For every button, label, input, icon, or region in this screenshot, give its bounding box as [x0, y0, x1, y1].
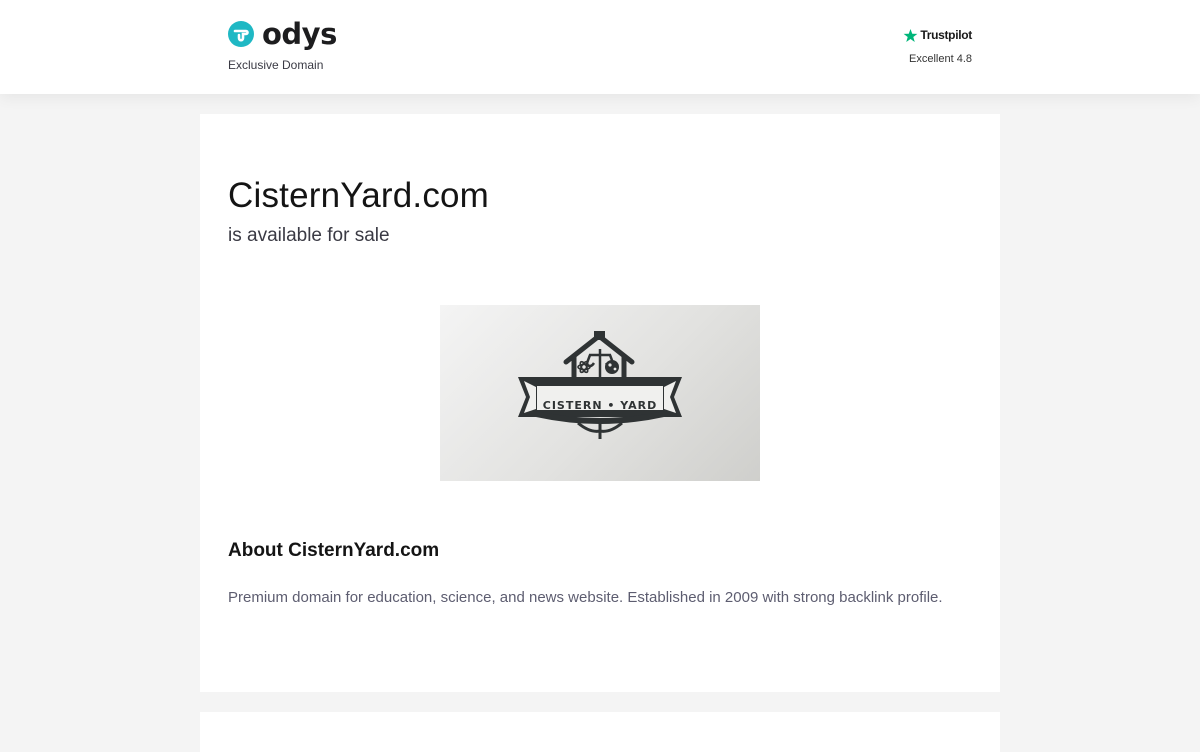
about-description: Premium domain for education, science, a… — [228, 589, 943, 606]
trustpilot-name: Trustpilot — [920, 28, 972, 42]
secondary-card — [200, 712, 1000, 752]
domain-title: CisternYard.com — [228, 176, 490, 215]
domain-card: CisternYard.com is available for sale CI… — [200, 114, 1000, 692]
brand-tagline: Exclusive Domain — [228, 58, 324, 72]
brand-name: odys — [262, 17, 337, 51]
trustpilot-rating: Excellent 4.8 — [909, 53, 972, 65]
availability-status: is available for sale — [228, 225, 390, 246]
logo-wordmark: CISTERN • YARD — [543, 399, 658, 412]
about-heading: About CisternYard.com — [228, 540, 440, 561]
odys-logo-icon — [228, 21, 254, 47]
trustpilot-star-icon — [903, 28, 918, 42]
brand-logo-link[interactable]: odys — [228, 17, 368, 51]
brand: odys Exclusive Domain — [228, 17, 368, 77]
domain-logo-image: CISTERN • YARD — [440, 305, 760, 481]
trustpilot-badge[interactable]: Trustpilot Excellent 4.8 — [880, 26, 972, 70]
site-header: odys Exclusive Domain Trustpilot Excelle… — [0, 0, 1200, 94]
